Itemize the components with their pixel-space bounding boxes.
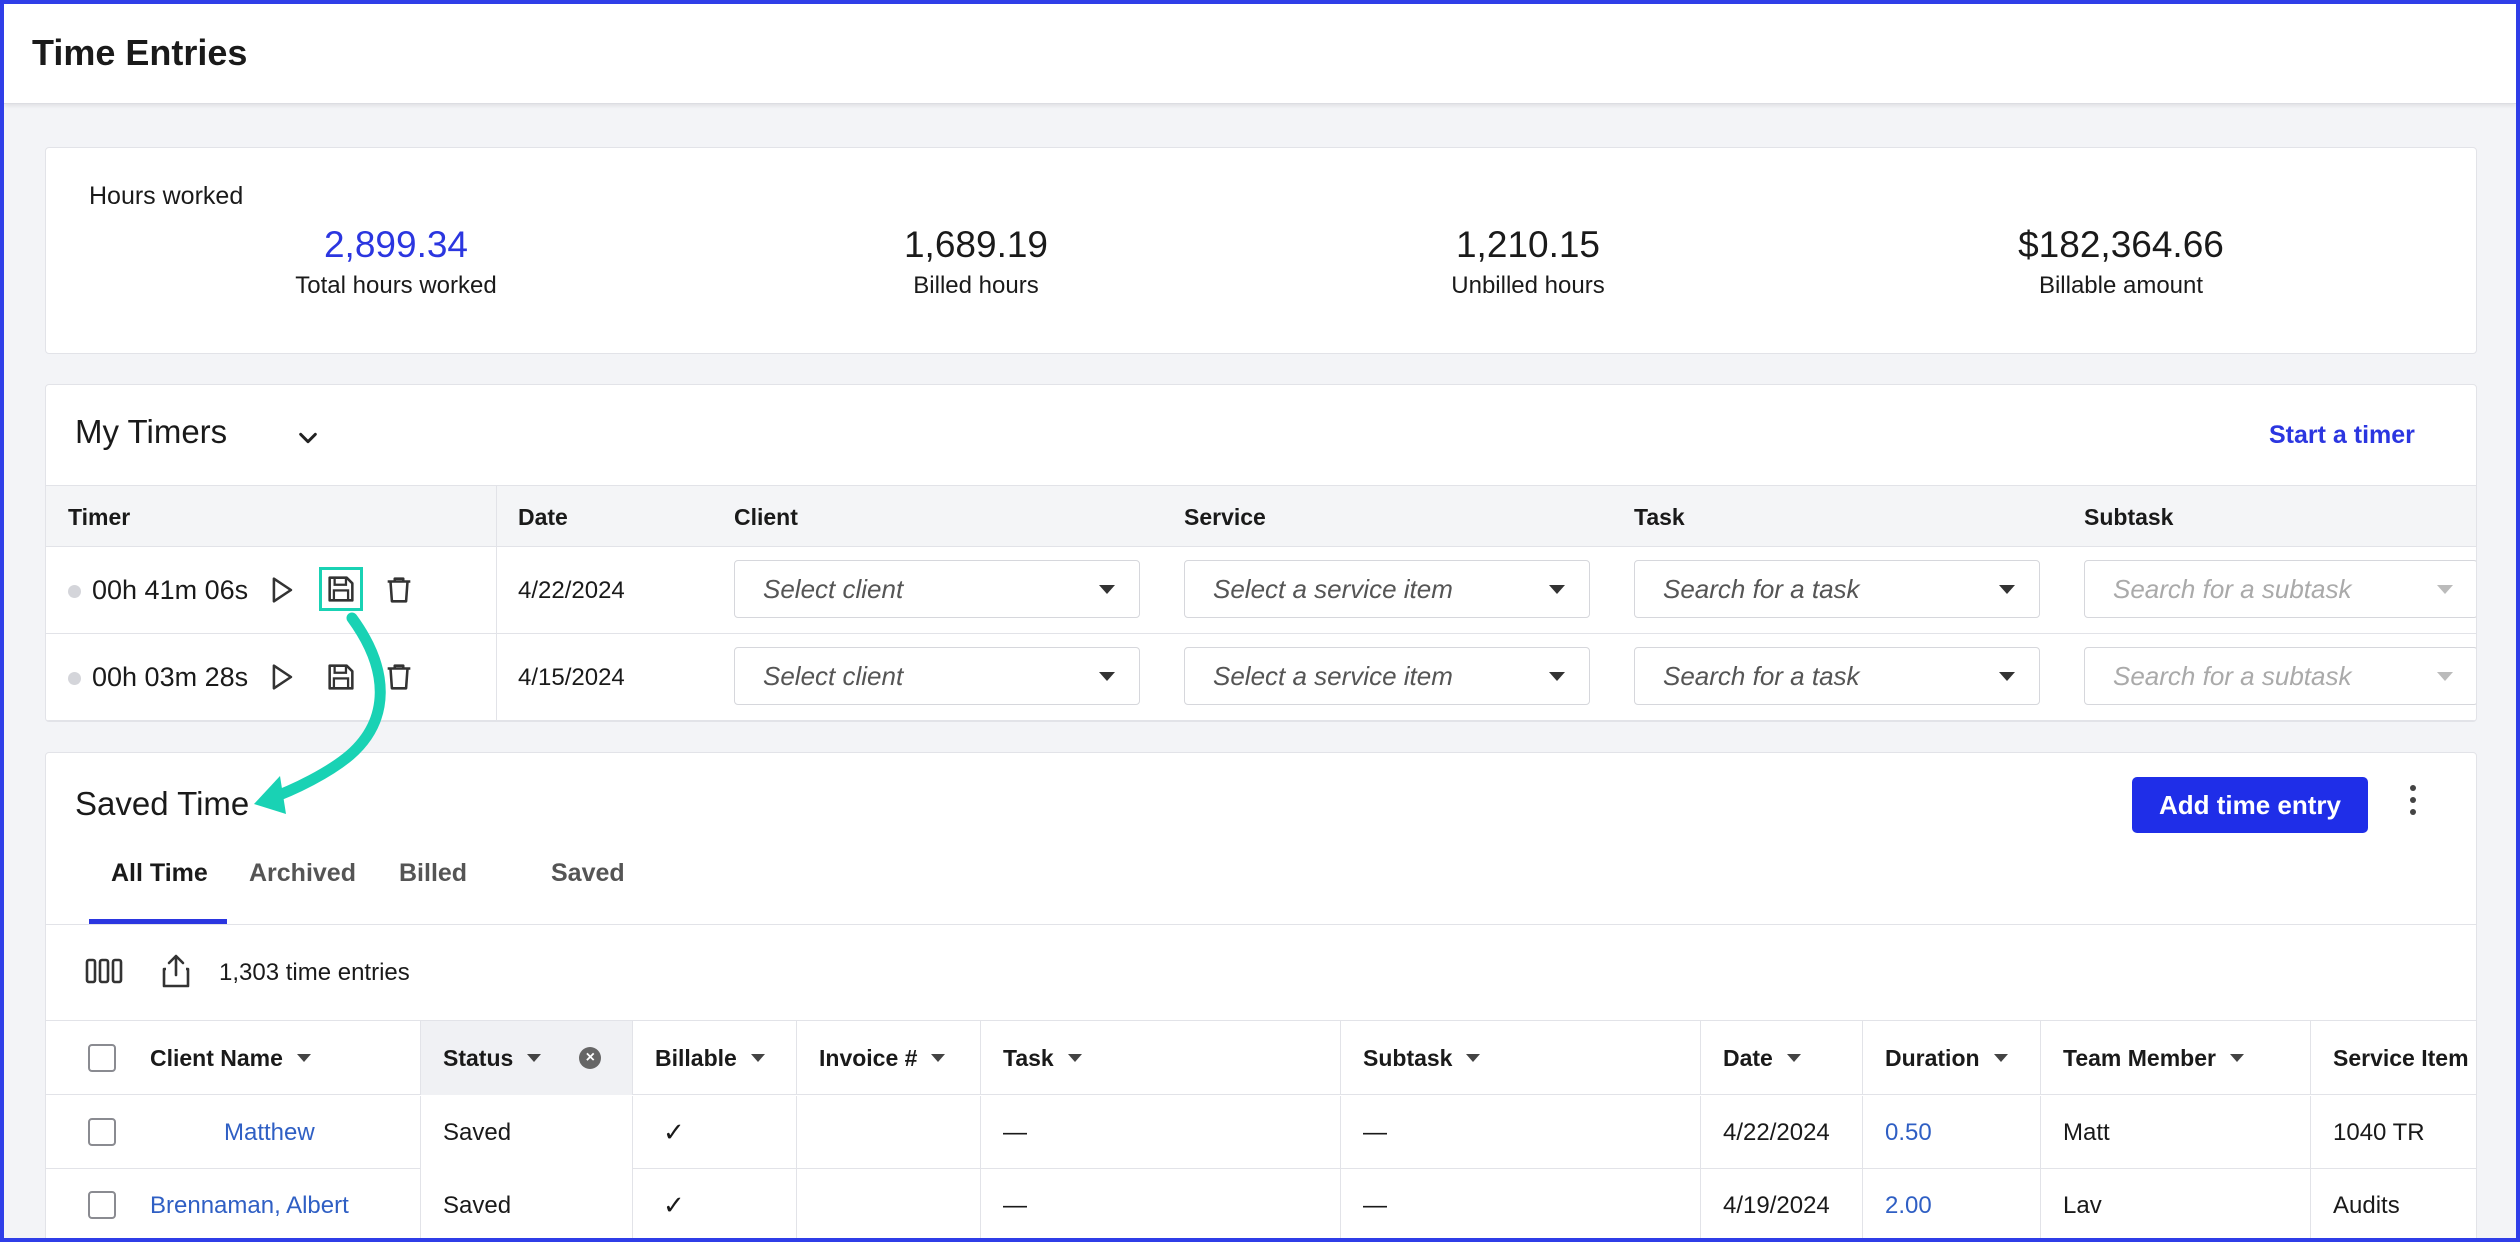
start-timer-link[interactable]: Start a timer <box>2269 421 2415 450</box>
billable-cell: ✓ <box>632 1169 796 1242</box>
service-item-cell: 1040 TR <box>2310 1096 2476 1169</box>
check-icon: ✓ <box>663 1190 685 1220</box>
tab-billed[interactable]: Billed <box>399 859 467 888</box>
chevron-down-icon[interactable] <box>297 427 319 449</box>
col-duration[interactable]: Duration <box>1862 1021 2040 1095</box>
team-member-cell: Lav <box>2040 1169 2310 1242</box>
timers-header: Timer Date Client Service Task Subtask <box>46 485 2476 548</box>
col-billable[interactable]: Billable <box>632 1021 796 1095</box>
timer-value: 00h 03m 28s <box>92 662 249 692</box>
row-checkbox[interactable] <box>88 1118 116 1146</box>
page-title: Time Entries <box>32 32 248 73</box>
duration-cell[interactable]: 2.00 <box>1862 1169 2040 1242</box>
task-select[interactable]: Search for a task <box>1634 647 2040 705</box>
status-cell: Saved <box>420 1169 632 1242</box>
export-icon[interactable] <box>156 951 196 991</box>
stat-caption: Billable amount <box>2038 272 2204 299</box>
service-select[interactable]: Select a service item <box>1184 647 1590 705</box>
kebab-icon[interactable] <box>2408 785 2418 825</box>
col-date[interactable]: Date <box>1700 1021 1862 1095</box>
clear-filter-icon[interactable]: × <box>579 1047 602 1069</box>
annotation-arrow <box>254 612 386 814</box>
tab-archived[interactable]: Archived <box>249 859 356 888</box>
subtask-cell: — <box>1340 1096 1700 1169</box>
select-all-checkbox[interactable] <box>88 1044 116 1072</box>
col-date: Date <box>518 504 568 530</box>
table-row[interactable]: Matthew Saved ✓ — — 4/22/2024 0.50 Matt … <box>46 1096 2476 1169</box>
status-dot <box>68 672 81 685</box>
invoice-cell <box>796 1169 980 1242</box>
table-row[interactable]: Brennaman, Albert Saved ✓ — — 4/19/2024 … <box>46 1169 2476 1242</box>
col-subtask[interactable]: Subtask <box>1340 1021 1700 1095</box>
entries-count: 1,303 time entries <box>219 959 410 986</box>
service-select[interactable]: Select a service item <box>1184 560 1590 618</box>
saved-title: Saved Time <box>75 785 250 822</box>
stat-caption: Total hours worked <box>295 272 497 299</box>
check-icon: ✓ <box>663 1117 685 1147</box>
duration-cell[interactable]: 0.50 <box>1862 1096 2040 1169</box>
col-client-name[interactable]: Client Name <box>128 1021 466 1095</box>
stat-value: $182,364.66 <box>2018 224 2224 265</box>
task-select[interactable]: Search for a task <box>1634 560 2040 618</box>
top-bar: Time Entries <box>4 4 2516 104</box>
col-timer: Timer <box>68 504 131 530</box>
subtask-select[interactable]: Search for a subtask <box>2084 560 2476 618</box>
table-toolbar: 1,303 time entries <box>46 925 2476 1021</box>
client-name-cell[interactable]: Matthew <box>128 1096 420 1169</box>
col-subtask: Subtask <box>2084 504 2174 530</box>
service-item-cell: Audits <box>2310 1169 2476 1242</box>
stat-unbilled-hours: 1,210.15 Unbilled hours <box>1328 224 1728 300</box>
client-name-cell[interactable]: Brennaman, Albert <box>128 1169 420 1242</box>
subtask-select[interactable]: Search for a subtask <box>2084 647 2476 705</box>
saved-table-header: Client Name Status × Billable Invoice # T… <box>46 1021 2476 1095</box>
date-cell: 4/22/2024 <box>1700 1096 1862 1169</box>
stat-total-hours: 2,899.34 Total hours worked <box>196 224 596 300</box>
stat-caption: Unbilled hours <box>1451 272 1605 299</box>
task-cell: — <box>980 1096 1340 1169</box>
status-dot <box>68 585 81 598</box>
tab-all-time[interactable]: All Time <box>111 859 208 888</box>
col-client: Client <box>734 504 798 530</box>
stat-value: 1,210.15 <box>1455 224 1601 265</box>
timers-title[interactable]: My Timers <box>75 413 227 451</box>
team-member-cell: Matt <box>2040 1096 2310 1169</box>
hours-worked-card: Hours worked 2,899.34 Total hours worked… <box>45 147 2477 354</box>
stat-caption: Billed hours <box>913 272 1039 299</box>
timer-date: 4/22/2024 <box>518 577 625 604</box>
status-cell: Saved <box>420 1096 632 1169</box>
col-invoice[interactable]: Invoice # <box>796 1021 980 1095</box>
timer-value: 00h 41m 06s <box>92 575 249 605</box>
hours-label: Hours worked <box>89 182 244 210</box>
columns-icon[interactable] <box>84 951 124 991</box>
stat-billable-amount: $182,364.66 Billable amount <box>1921 224 2321 300</box>
billable-cell: ✓ <box>632 1096 796 1169</box>
col-status[interactable]: Status × <box>420 1021 632 1095</box>
add-time-entry-button[interactable]: Add time entry <box>2132 777 2368 833</box>
task-cell: — <box>980 1169 1340 1242</box>
invoice-cell <box>796 1096 980 1169</box>
col-service: Service <box>1184 504 1266 530</box>
subtask-cell: — <box>1340 1169 1700 1242</box>
row-checkbox[interactable] <box>88 1191 116 1219</box>
col-service-item[interactable]: Service Item <box>2310 1021 2476 1095</box>
timer-date: 4/15/2024 <box>518 664 625 691</box>
col-team-member[interactable]: Team Member <box>2040 1021 2310 1095</box>
stat-billed-hours: 1,689.19 Billed hours <box>776 224 1176 300</box>
col-task[interactable]: Task <box>980 1021 1340 1095</box>
client-select[interactable]: Select client <box>734 560 1140 618</box>
tab-saved[interactable]: Saved <box>551 859 625 888</box>
client-select[interactable]: Select client <box>734 647 1140 705</box>
col-task: Task <box>1634 504 1685 530</box>
date-cell: 4/19/2024 <box>1700 1169 1862 1242</box>
stat-value: 1,689.19 <box>903 224 1049 265</box>
stat-value[interactable]: 2,899.34 <box>196 224 596 266</box>
